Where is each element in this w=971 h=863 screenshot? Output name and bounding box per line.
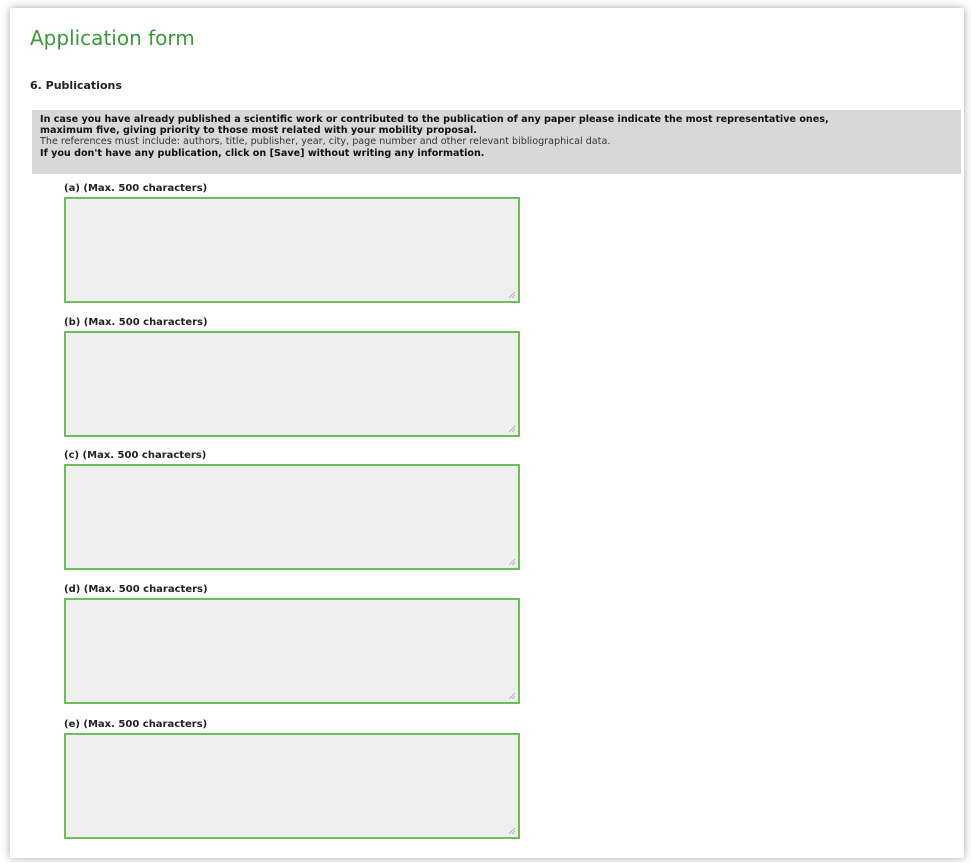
section-heading: 6. Publications	[30, 79, 122, 92]
field-d-label: (d) (Max. 500 characters)	[64, 584, 208, 595]
instructions-box: In case you have already published a sci…	[32, 110, 961, 174]
field-a-label: (a) (Max. 500 characters)	[64, 183, 208, 194]
field-e-label: (e) (Max. 500 characters)	[64, 719, 208, 730]
application-form-page: Application form 6. Publications In case…	[10, 8, 964, 858]
publication-d-textarea[interactable]	[64, 598, 520, 704]
instructions-line-1: In case you have already published a sci…	[40, 114, 829, 125]
publication-b-textarea[interactable]	[64, 331, 520, 437]
publication-c-textarea[interactable]	[64, 464, 520, 570]
instructions-line-3: The references must include: authors, ti…	[40, 136, 611, 148]
instructions-line-4: If you don't have any publication, click…	[40, 147, 485, 159]
instructions-line-2: maximum five, giving priority to those m…	[40, 125, 477, 137]
field-b-label: (b) (Max. 500 characters)	[64, 317, 208, 328]
field-c-label: (c) (Max. 500 characters)	[64, 450, 207, 461]
publication-e-textarea[interactable]	[64, 733, 520, 839]
page-title: Application form	[30, 26, 195, 50]
publication-a-textarea[interactable]	[64, 197, 520, 303]
